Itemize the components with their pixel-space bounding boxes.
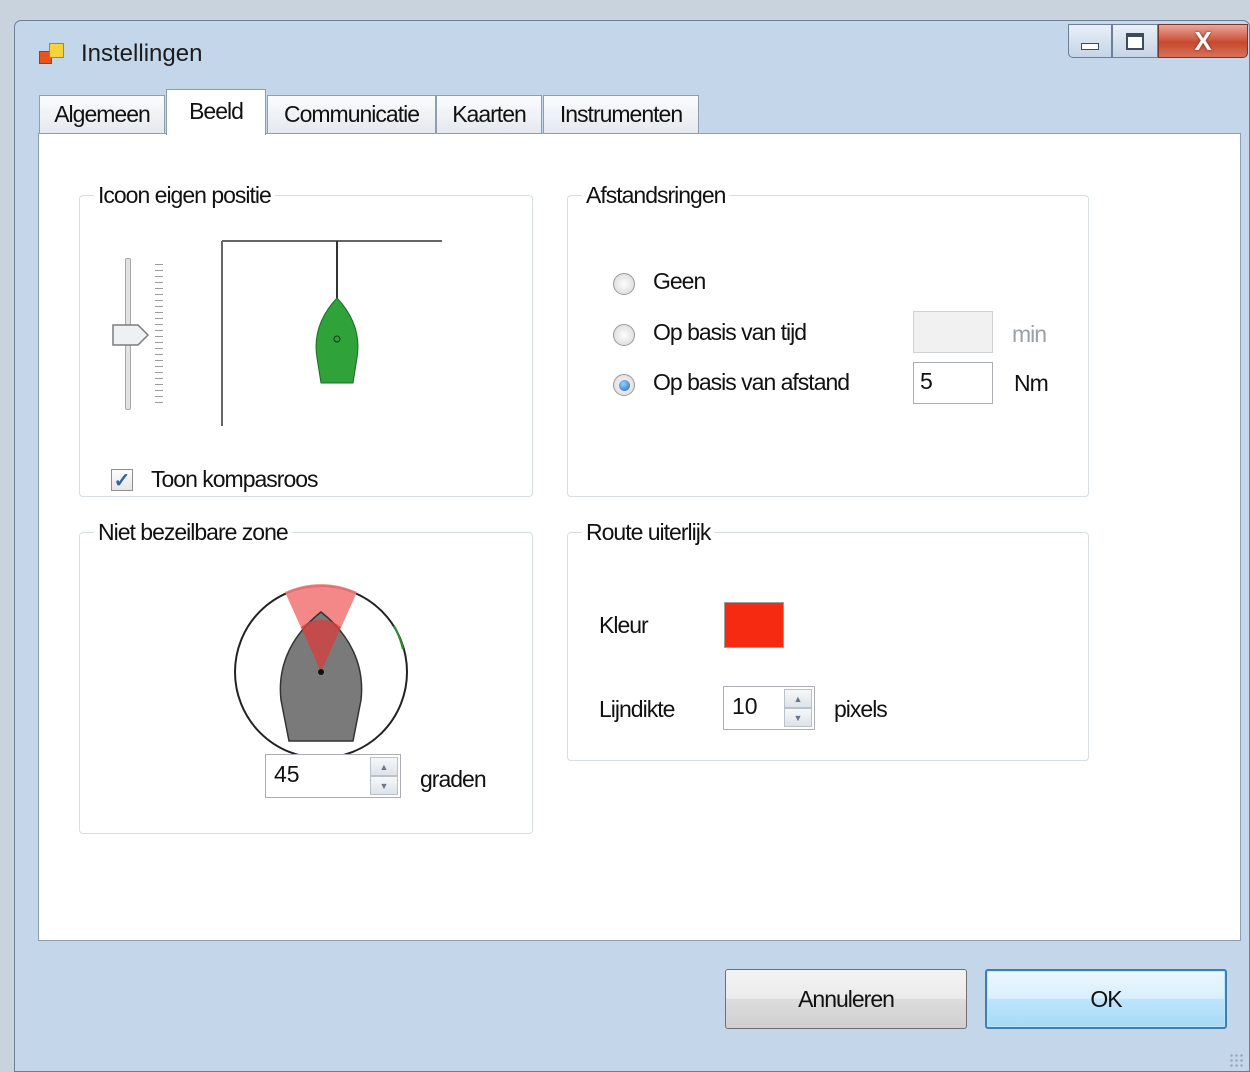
spin-down-icon[interactable]: ▼ xyxy=(370,776,398,795)
show-compass-checkbox[interactable]: ✓ xyxy=(111,469,133,492)
radio-geen-label: Geen xyxy=(653,268,706,294)
radio-time-label: Op basis van tijd xyxy=(653,319,807,345)
tab-label: Communicatie xyxy=(284,101,420,127)
resize-grip-icon[interactable] xyxy=(1229,1053,1243,1067)
line-width-unit-label: pixels xyxy=(834,696,888,722)
distance-rings-group: Afstandsringen xyxy=(567,182,1089,497)
spin-down-icon[interactable]: ▼ xyxy=(784,708,812,727)
boat-position-preview xyxy=(221,240,443,426)
tab-panel-beeld: Icoon eigen positie ✓ Toon kompasroos Af… xyxy=(38,133,1241,941)
time-unit-label: min xyxy=(1012,321,1047,347)
group-title: Route uiterlijk xyxy=(586,519,711,545)
maximize-button[interactable] xyxy=(1112,24,1158,58)
close-icon: X xyxy=(1194,26,1212,56)
tab-instrumenten[interactable]: Instrumenten xyxy=(543,95,699,133)
no-sail-zone-diagram xyxy=(234,584,408,759)
close-button[interactable]: X xyxy=(1158,24,1248,58)
position-slider-thumb[interactable] xyxy=(111,323,151,347)
button-label: Annuleren xyxy=(798,985,895,1012)
ok-button[interactable]: OK xyxy=(985,969,1227,1029)
settings-window: Instellingen X Algemeen Beeld Communicat… xyxy=(14,20,1250,1072)
button-label: OK xyxy=(1090,985,1122,1012)
line-width-stepper[interactable]: 10 ▲ ▼ xyxy=(723,686,815,730)
title-bar[interactable]: Instellingen X xyxy=(15,21,1249,91)
app-icon xyxy=(39,43,64,65)
radio-distance[interactable] xyxy=(613,374,635,396)
spin-up-icon[interactable]: ▲ xyxy=(784,689,812,708)
radio-geen[interactable] xyxy=(613,273,635,295)
radio-distance-label: Op basis van afstand xyxy=(653,369,850,395)
line-width-label: Lijndikte xyxy=(599,696,675,722)
spin-up-icon[interactable]: ▲ xyxy=(370,757,398,776)
cancel-button[interactable]: Annuleren xyxy=(725,969,967,1029)
minimize-icon xyxy=(1081,42,1099,50)
radio-time[interactable] xyxy=(613,324,635,346)
group-title: Icoon eigen positie xyxy=(98,182,272,208)
distance-interval-input[interactable]: 5 xyxy=(913,362,993,404)
tab-algemeen[interactable]: Algemeen xyxy=(39,95,165,133)
angle-value: 45 xyxy=(274,761,300,787)
show-compass-label: Toon kompasroos xyxy=(151,466,319,492)
minimize-button[interactable] xyxy=(1068,24,1112,58)
group-title: Afstandsringen xyxy=(586,182,726,208)
maximize-icon xyxy=(1126,32,1144,50)
group-title: Niet bezeilbare zone xyxy=(98,519,289,545)
tab-label: Instrumenten xyxy=(559,101,683,127)
route-color-label: Kleur xyxy=(599,612,649,638)
time-interval-input[interactable] xyxy=(913,311,993,353)
tab-label: Beeld xyxy=(189,98,244,124)
route-appearance-group: Route uiterlijk xyxy=(567,519,1089,761)
window-controls: X xyxy=(1068,24,1248,62)
line-width-value: 10 xyxy=(732,693,758,719)
distance-unit-label: Nm xyxy=(1014,370,1049,396)
tab-communicatie[interactable]: Communicatie xyxy=(267,95,436,133)
tab-label: Kaarten xyxy=(452,101,527,127)
no-sail-angle-stepper[interactable]: 45 ▲ ▼ xyxy=(265,754,401,798)
tab-beeld[interactable]: Beeld xyxy=(166,89,266,135)
angle-unit-label: graden xyxy=(420,766,487,792)
tab-kaarten[interactable]: Kaarten xyxy=(436,95,542,133)
window-title: Instellingen xyxy=(81,40,203,67)
route-color-swatch[interactable] xyxy=(724,602,784,648)
slider-ticks xyxy=(155,264,163,408)
tab-label: Algemeen xyxy=(54,101,151,127)
